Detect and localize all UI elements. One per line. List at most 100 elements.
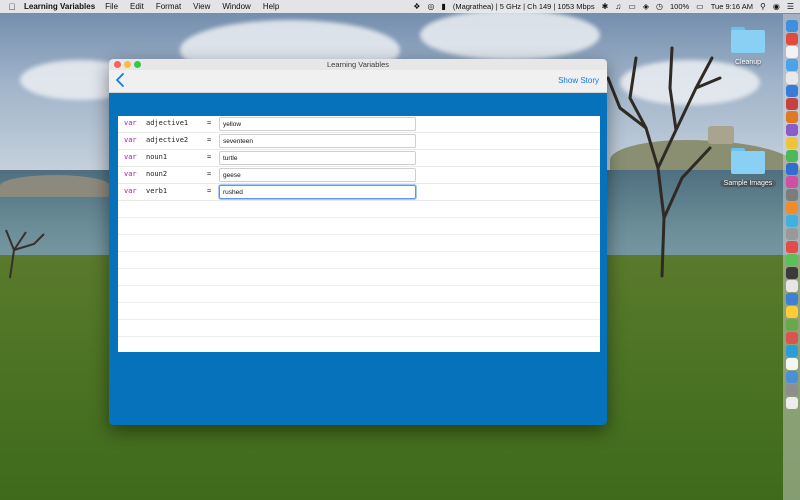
dock-app-icon[interactable] bbox=[785, 20, 798, 32]
variable-value-input[interactable] bbox=[219, 134, 416, 148]
dock-app-icon[interactable] bbox=[785, 98, 798, 110]
empty-row-divider bbox=[118, 268, 600, 269]
equals-sign: = bbox=[207, 153, 212, 161]
navigation-bar: Show Story bbox=[109, 70, 607, 93]
var-keyword: var bbox=[124, 136, 137, 144]
dock-app-icon[interactable] bbox=[785, 137, 798, 149]
status-area: ❖ ◎ ▮ (Magrathea) | 5 GHz | Ch 149 | 105… bbox=[413, 0, 794, 13]
network-status[interactable]: (Magrathea) | 5 GHz | Ch 149 | 1053 Mbps bbox=[453, 2, 595, 11]
cleanup-folder-label[interactable]: Cleanup bbox=[722, 59, 774, 66]
dock-app-icon[interactable] bbox=[785, 59, 798, 71]
bluetooth-icon[interactable]: ✱ bbox=[602, 2, 609, 11]
variable-name: verb1 bbox=[146, 187, 168, 195]
show-story-button[interactable]: Show Story bbox=[558, 76, 599, 85]
menu-format[interactable]: Format bbox=[156, 2, 181, 11]
dropbox-icon[interactable]: ❖ bbox=[413, 2, 420, 11]
notification-center-icon[interactable]: ☰ bbox=[787, 2, 794, 11]
dock-app-icon[interactable] bbox=[785, 33, 798, 45]
menu-window[interactable]: Window bbox=[222, 2, 250, 11]
dock-app-icon[interactable] bbox=[785, 332, 798, 344]
menu-app-name[interactable]: Learning Variables bbox=[24, 2, 95, 11]
dock-app-icon[interactable] bbox=[785, 397, 798, 409]
dock-app-icon[interactable] bbox=[785, 371, 798, 383]
sample-images-folder-icon[interactable] bbox=[731, 148, 765, 174]
apple-menu-icon[interactable]:  bbox=[0, 2, 24, 12]
variable-value-input[interactable] bbox=[219, 185, 416, 199]
dock-app-icon[interactable] bbox=[785, 358, 798, 370]
dock-app-icon[interactable] bbox=[785, 150, 798, 162]
battery-percent[interactable]: 100% bbox=[670, 2, 689, 11]
var-keyword: var bbox=[124, 187, 137, 195]
dock bbox=[783, 14, 800, 500]
rocks bbox=[0, 175, 110, 197]
equals-sign: = bbox=[207, 170, 212, 178]
battery-icon[interactable]: ▭ bbox=[696, 2, 704, 11]
clock-status-icon[interactable]: ◷ bbox=[656, 2, 663, 11]
airplay-icon[interactable]: ▭ bbox=[628, 2, 636, 11]
spotlight-icon[interactable]: ⚲ bbox=[760, 2, 766, 11]
dock-app-icon[interactable] bbox=[785, 85, 798, 97]
dock-app-icon[interactable] bbox=[785, 241, 798, 253]
volume-icon[interactable]: ♫ bbox=[615, 2, 621, 11]
cleanup-folder-icon[interactable] bbox=[731, 27, 765, 53]
variable-row: var verb1 = bbox=[118, 184, 600, 201]
variable-row: var noun1 = bbox=[118, 150, 600, 167]
siri-icon[interactable]: ◉ bbox=[773, 2, 780, 11]
empty-row-divider bbox=[118, 285, 600, 286]
variable-value-input[interactable] bbox=[219, 151, 416, 165]
window-titlebar[interactable]: Learning Variables bbox=[109, 59, 607, 70]
window-title: Learning Variables bbox=[327, 60, 389, 69]
dock-app-icon[interactable] bbox=[785, 46, 798, 58]
dock-app-icon[interactable] bbox=[785, 202, 798, 214]
zoom-button[interactable] bbox=[134, 61, 141, 68]
empty-row-divider bbox=[118, 336, 600, 337]
empty-row-divider bbox=[118, 234, 600, 235]
dock-app-icon[interactable] bbox=[785, 111, 798, 123]
bare-tree bbox=[606, 46, 722, 278]
dock-app-icon[interactable] bbox=[785, 384, 798, 396]
dock-app-icon[interactable] bbox=[785, 254, 798, 266]
variable-value-input[interactable] bbox=[219, 168, 416, 182]
bare-shrub bbox=[5, 229, 45, 279]
dock-app-icon[interactable] bbox=[785, 228, 798, 240]
app-window: Learning Variables Show Story var adjecti… bbox=[109, 59, 607, 425]
wifi-signal-icon[interactable]: ▮ bbox=[441, 2, 445, 11]
menu-bar:  Learning Variables File Edit Format Vi… bbox=[0, 0, 800, 13]
variable-name: adjective2 bbox=[146, 136, 189, 144]
dock-app-icon[interactable] bbox=[785, 163, 798, 175]
dock-app-icon[interactable] bbox=[785, 306, 798, 318]
variable-row: var noun2 = bbox=[118, 167, 600, 184]
dock-app-icon[interactable] bbox=[785, 189, 798, 201]
close-button[interactable] bbox=[114, 61, 121, 68]
menu-view[interactable]: View bbox=[193, 2, 210, 11]
sample-images-folder-label[interactable]: Sample Images bbox=[720, 180, 776, 187]
dock-app-icon[interactable] bbox=[785, 280, 798, 292]
equals-sign: = bbox=[207, 136, 212, 144]
variable-value-input[interactable] bbox=[219, 117, 416, 131]
dock-app-icon[interactable] bbox=[785, 124, 798, 136]
empty-row-divider bbox=[118, 251, 600, 252]
dock-app-icon[interactable] bbox=[785, 267, 798, 279]
cloud bbox=[420, 10, 600, 60]
menu-clock[interactable]: Tue 9:16 AM bbox=[711, 2, 753, 11]
dock-app-icon[interactable] bbox=[785, 215, 798, 227]
back-button[interactable] bbox=[113, 73, 127, 89]
variable-name: noun2 bbox=[146, 170, 168, 178]
dock-app-icon[interactable] bbox=[785, 176, 798, 188]
chevron-left-icon bbox=[116, 73, 124, 87]
equals-sign: = bbox=[207, 119, 212, 127]
dock-app-icon[interactable] bbox=[785, 345, 798, 357]
dock-app-icon[interactable] bbox=[785, 72, 798, 84]
menu-help[interactable]: Help bbox=[263, 2, 279, 11]
dock-app-icon[interactable] bbox=[785, 319, 798, 331]
menu-edit[interactable]: Edit bbox=[130, 2, 144, 11]
dock-app-icon[interactable] bbox=[785, 293, 798, 305]
minimize-button[interactable] bbox=[124, 61, 131, 68]
variables-list: varadjective1=varadjective2=varnoun1=var… bbox=[118, 116, 600, 352]
var-keyword: var bbox=[124, 153, 137, 161]
wifi-icon[interactable]: ◈ bbox=[643, 2, 649, 11]
var-keyword: var bbox=[124, 119, 137, 127]
menu-file[interactable]: File bbox=[105, 2, 118, 11]
evernote-icon[interactable]: ◎ bbox=[427, 2, 434, 11]
empty-row-divider bbox=[118, 319, 600, 320]
